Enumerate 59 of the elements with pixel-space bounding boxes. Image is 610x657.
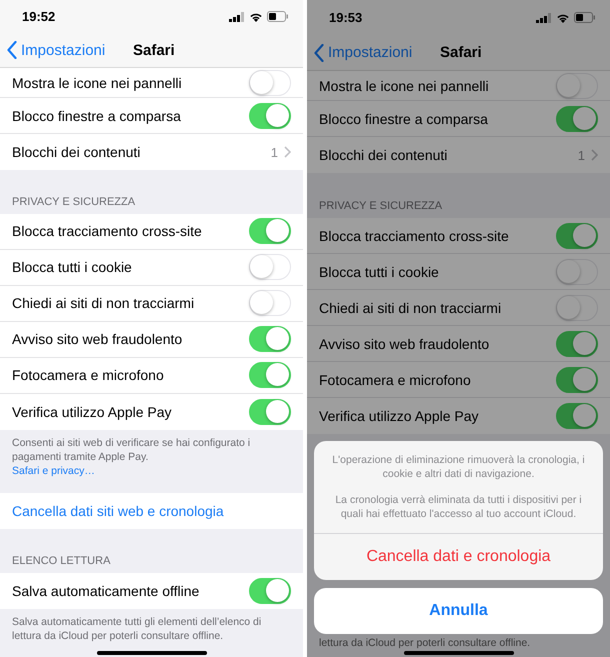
toggle-switch[interactable] (556, 330, 598, 356)
back-button[interactable]: Impostazioni (0, 41, 106, 60)
back-chevron-icon (7, 41, 17, 60)
setting-label: Fotocamera e microfono (319, 372, 472, 388)
setting-label: Salva automaticamente offline (12, 582, 200, 599)
toggle-switch[interactable] (556, 403, 598, 429)
section-header: ELENCO LETTURA (12, 554, 110, 567)
footer-note: lettura da iCloud per poterli consultare offline. (319, 637, 530, 649)
wifi-icon (249, 12, 263, 22)
cancel-button[interactable]: Annulla (314, 588, 603, 634)
setting-value: 1 (578, 148, 585, 162)
toggle-switch[interactable] (249, 578, 291, 604)
setting-label: Mostra le icone nei pannelli (319, 78, 490, 94)
toggle-switch[interactable] (249, 398, 291, 425)
back-chevron-icon (314, 44, 324, 62)
footer-note: Salva automaticamente tutti gli elementi dell’elenco di lettura da iCloud per poterli consultare offline. (12, 614, 262, 643)
setting-label: Blocco finestre a comparsa (12, 108, 182, 124)
signal-icon (536, 12, 552, 22)
setting-label: Blocchi dei contenuti (319, 147, 448, 163)
toggle-switch[interactable] (249, 362, 291, 388)
footer-note: Consenti ai siti web di verificare se hai configurato i pagamenti tramite Apple Pay. (12, 436, 252, 464)
setting-label: Blocca tutti i cookie (12, 259, 133, 276)
setting-label: Avviso sito web fraudolento (319, 336, 490, 352)
toggle-switch[interactable] (556, 366, 598, 392)
setting-value: 1 (270, 144, 278, 160)
setting-label: Blocchi dei contenuti (12, 144, 142, 160)
setting-label: Mostra le icone nei pannelli (12, 74, 183, 91)
toggle-switch[interactable] (556, 222, 598, 248)
toggle-switch[interactable] (249, 326, 291, 352)
status-time: 19:52 (22, 9, 56, 24)
section-header: PRIVACY E SICUREZZA (12, 196, 136, 208)
sheet-message: La cronologia verrà eliminata da tutti i dispositivi per i quali hai effettuato l'accesso al tuo account iCloud. (334, 493, 583, 521)
setting-label: Blocca tutti i cookie (319, 264, 440, 280)
toggle-switch[interactable] (556, 106, 598, 132)
section-header: PRIVACY E SICUREZZA (319, 200, 442, 212)
back-button[interactable]: Impostazioni (307, 44, 412, 62)
privacy-link[interactable]: Safari e privacy… (12, 464, 95, 478)
nav-title: Safari (133, 42, 175, 59)
battery-icon (574, 12, 596, 23)
setting-label: Chiedi ai siti di non tracciarmi (12, 295, 196, 312)
signal-icon (229, 12, 245, 22)
battery-icon (267, 11, 289, 22)
wifi-icon (556, 12, 570, 22)
setting-label: Verifica utilizzo Apple Pay (319, 408, 480, 424)
toggle-switch[interactable] (249, 218, 291, 244)
nav-title: Safari (440, 44, 482, 61)
toggle-switch[interactable] (249, 102, 291, 129)
sheet-message: L'operazione di eliminazione rimuoverà la cronologia, i cookie e altri dati di navigazione. (331, 453, 586, 481)
chevron-right-icon (284, 146, 291, 158)
setting-label: Blocca tracciamento cross-site (319, 228, 510, 244)
setting-label: Avviso sito web fraudolento (12, 331, 184, 348)
setting-label: Chiedi ai siti di non tracciarmi (319, 300, 502, 316)
setting-label: Blocca tracciamento cross-site (12, 223, 203, 240)
setting-label: Fotocamera e microfono (12, 367, 165, 384)
chevron-right-icon (591, 149, 598, 161)
delete-button[interactable]: Cancella dati e cronologia (314, 534, 603, 580)
status-time: 19:53 (329, 10, 362, 25)
setting-label: Blocco finestre a comparsa (319, 110, 489, 126)
setting-label: Verifica utilizzo Apple Pay (12, 404, 173, 420)
